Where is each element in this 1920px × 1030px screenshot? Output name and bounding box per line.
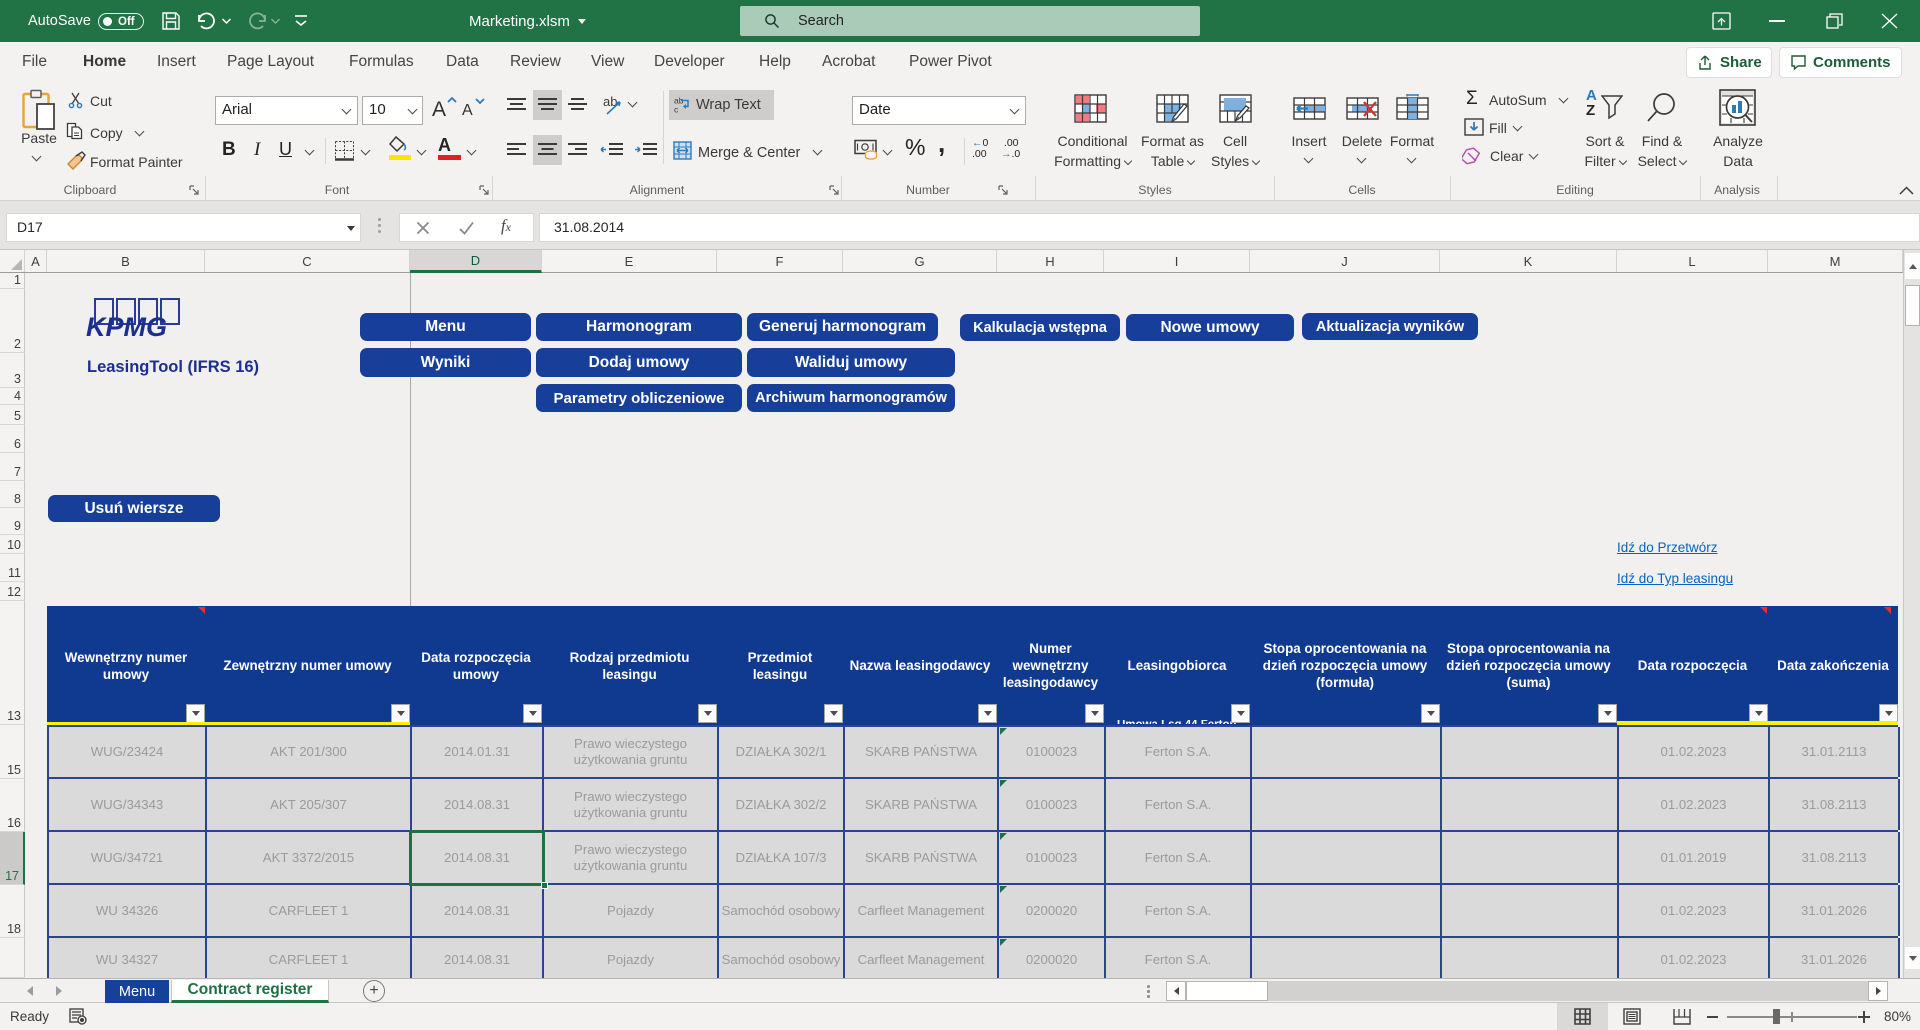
svg-text:c: c [674, 105, 679, 115]
